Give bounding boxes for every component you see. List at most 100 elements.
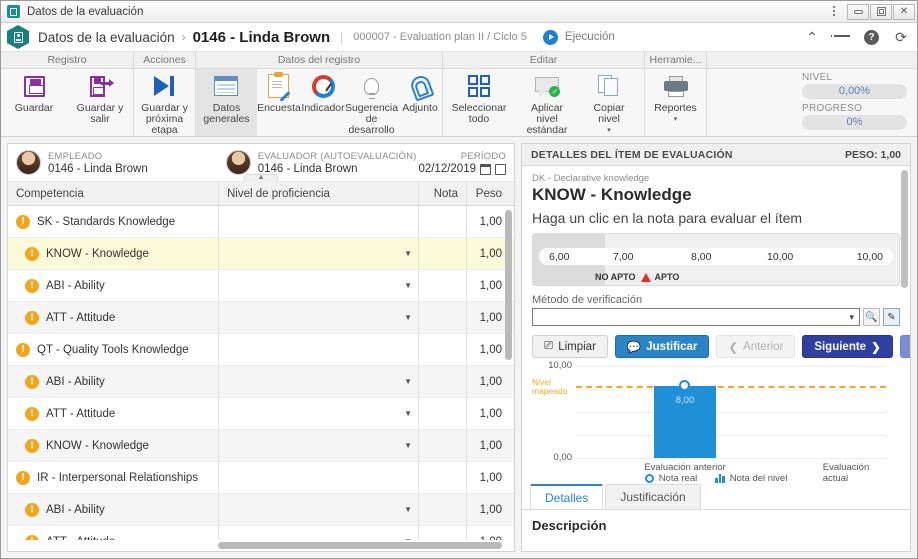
minimize-button[interactable] — [847, 3, 869, 20]
scale-value-3[interactable]: 10,00 — [767, 251, 793, 263]
guardar-proxima-etapa-button[interactable]: Guardar y próxima etapa — [134, 69, 195, 136]
cell-nivel-proficiencia[interactable]: ▼ — [218, 494, 418, 525]
note-icon[interactable] — [495, 163, 506, 175]
table-row[interactable]: ! KNOW - Knowledge ▼ 1,00 — [8, 430, 514, 462]
chevron-down-icon[interactable]: ▾ — [674, 115, 678, 123]
tab-detalles[interactable]: Detalles — [530, 484, 604, 509]
scale-track[interactable]: 6,00 7,00 8,00 10,00 10,00 — [539, 248, 893, 265]
table-row[interactable]: ! ABI - Ability ▼ 1,00 — [8, 270, 514, 302]
refresh-icon[interactable]: ⟳ — [893, 29, 909, 45]
cell-nota[interactable] — [418, 366, 466, 397]
close-button[interactable]: ✕ — [893, 3, 915, 20]
reportes-button[interactable]: Reportes ▾ — [645, 69, 706, 136]
cell-nivel-proficiencia[interactable]: ▼ — [218, 302, 418, 333]
binoculars-icon[interactable]: 🔍 — [863, 308, 880, 326]
scale-value-0[interactable]: 6,00 — [549, 251, 569, 263]
cell-nota[interactable] — [418, 238, 466, 269]
verification-method-caret[interactable]: ▾ — [849, 312, 854, 323]
justificar-button[interactable]: 💬 Justificar — [614, 335, 710, 358]
breadcrumb-root[interactable]: Datos de la evaluación — [38, 30, 175, 45]
cell-nota[interactable] — [418, 334, 466, 365]
magic-wand-icon[interactable]: ✎ — [883, 308, 900, 326]
list-icon[interactable] — [830, 29, 850, 45]
cell-nivel-proficiencia[interactable]: ▼ — [218, 430, 418, 461]
table-row[interactable]: ! IR - Interpersonal Relationships 1,00 — [8, 462, 514, 494]
cell-nota[interactable] — [418, 398, 466, 429]
chart-point-nota-real[interactable] — [679, 380, 690, 391]
cell-nivel-proficiencia[interactable] — [218, 206, 418, 237]
guardar-y-salir-button[interactable]: Guardar y salir — [67, 69, 133, 136]
breadcrumb-bar: Datos de la evaluación › 0146 - Linda Br… — [1, 23, 917, 52]
chevron-down-icon[interactable]: ▼ — [404, 313, 412, 322]
indicador-button[interactable]: Indicador — [301, 69, 345, 136]
chart-bar-evaluacion-anterior[interactable]: 8,00 — [654, 386, 716, 458]
cell-nivel-proficiencia[interactable]: ▼ — [218, 270, 418, 301]
calendar-icon[interactable] — [480, 163, 491, 175]
cell-nota[interactable] — [418, 302, 466, 333]
chevron-down-icon[interactable]: ▼ — [404, 281, 412, 290]
grid-horizontal-scrollbar[interactable] — [8, 540, 514, 551]
maximize-button[interactable] — [870, 3, 892, 20]
cell-nivel-proficiencia[interactable]: ▼ — [218, 238, 418, 269]
chart-reference-line — [576, 386, 886, 388]
table-row[interactable]: ! ABI - Ability ▼ 1,00 — [8, 366, 514, 398]
chevron-down-icon[interactable]: ▼ — [404, 441, 412, 450]
anterior-button[interactable]: ❮ Anterior — [716, 335, 796, 358]
scale-value-4[interactable]: 10,00 — [857, 251, 883, 263]
chevron-down-icon[interactable]: ▼ — [404, 249, 412, 258]
table-row[interactable]: ! QT - Quality Tools Knowledge 1,00 — [8, 334, 514, 366]
table-row[interactable]: ! KNOW - Knowledge ▼ 1,00 — [8, 238, 514, 270]
grid-vertical-scrollbar[interactable] — [504, 206, 513, 540]
chevron-down-icon[interactable]: ▼ — [404, 377, 412, 386]
scale-value-1[interactable]: 7,00 — [613, 251, 633, 263]
cell-nota[interactable] — [418, 494, 466, 525]
cell-nivel-proficiencia[interactable] — [218, 462, 418, 493]
table-row[interactable]: !ATT - Attitude▼1,00 — [8, 398, 514, 430]
tab-justificacion[interactable]: Justificación — [605, 484, 701, 509]
ribbon-group-acciones: Guardar y próxima etapa — [134, 69, 196, 136]
warning-icon: ! — [25, 278, 39, 293]
cell-nivel-proficiencia[interactable] — [218, 334, 418, 365]
column-header-competencia[interactable]: Competencia — [8, 188, 218, 200]
cell-nota[interactable] — [418, 526, 466, 540]
chevron-down-icon[interactable]: ▾ — [607, 126, 611, 134]
table-row[interactable]: !ATT - Attitude▼1,00 — [8, 302, 514, 334]
cell-nivel-proficiencia[interactable]: ▼ — [218, 366, 418, 397]
chevron-down-icon[interactable]: ▼ — [404, 537, 412, 540]
table-row[interactable]: ! ABI - Ability ▼ 1,00 — [8, 494, 514, 526]
cell-nivel-proficiencia[interactable]: ▼ — [218, 526, 418, 540]
details-vertical-scrollbar[interactable] — [900, 168, 909, 550]
siguiente-button[interactable]: Siguiente ❯ — [802, 335, 893, 358]
column-header-nota[interactable]: Nota — [418, 182, 466, 205]
column-header-nivel[interactable]: Nivel de proficiencia — [218, 182, 418, 205]
score-scale[interactable]: 6,00 7,00 8,00 10,00 10,00 NO APTO APTO — [532, 233, 900, 286]
column-header-peso[interactable]: Peso — [466, 182, 510, 205]
collapse-header-toggle[interactable]: ▲ — [244, 174, 278, 182]
verification-method-input[interactable]: ▾ — [532, 308, 860, 326]
cell-nota[interactable] — [418, 462, 466, 493]
chevron-down-icon[interactable]: ▼ — [404, 409, 412, 418]
table-row[interactable]: !ATT - Attitude▼1,00 — [8, 526, 514, 540]
ribbon-group-label-editar: Editar — [443, 52, 645, 69]
status-label: Ejecución — [564, 31, 615, 43]
overflow-menu-icon[interactable] — [825, 5, 843, 18]
chevron-down-icon[interactable]: ▼ — [404, 505, 412, 514]
seleccionar-todo-button[interactable]: Seleccionar todo — [443, 69, 515, 136]
cell-nota[interactable] — [418, 206, 466, 237]
copiar-nivel-button[interactable]: Copiar nivel ▾ — [579, 69, 639, 136]
aplicar-nivel-estandar-button[interactable]: ✓ Aplicar nivel estándar — [515, 69, 579, 136]
cell-nivel-proficiencia[interactable]: ▼ — [218, 398, 418, 429]
limpiar-button[interactable]: ⎚ Limpiar — [532, 335, 608, 358]
encuesta-button[interactable]: Encuesta — [257, 69, 301, 136]
collapse-icon[interactable]: ⌃ — [804, 29, 820, 45]
scale-value-2[interactable]: 8,00 — [691, 251, 711, 263]
table-row[interactable]: ! SK - Standards Knowledge 1,00 — [8, 206, 514, 238]
guardar-button[interactable]: Guardar — [1, 69, 67, 136]
sugerencia-desarrollo-button[interactable]: Sugerencia de desarrollo — [345, 69, 398, 136]
cell-nota[interactable] — [418, 270, 466, 301]
datos-generales-button[interactable]: Datos generales — [196, 69, 257, 136]
cell-nota[interactable] — [418, 430, 466, 461]
adjunto-button[interactable]: Adjunto — [398, 69, 442, 136]
help-icon[interactable]: ? — [864, 29, 879, 45]
employee-avatar — [16, 150, 41, 175]
